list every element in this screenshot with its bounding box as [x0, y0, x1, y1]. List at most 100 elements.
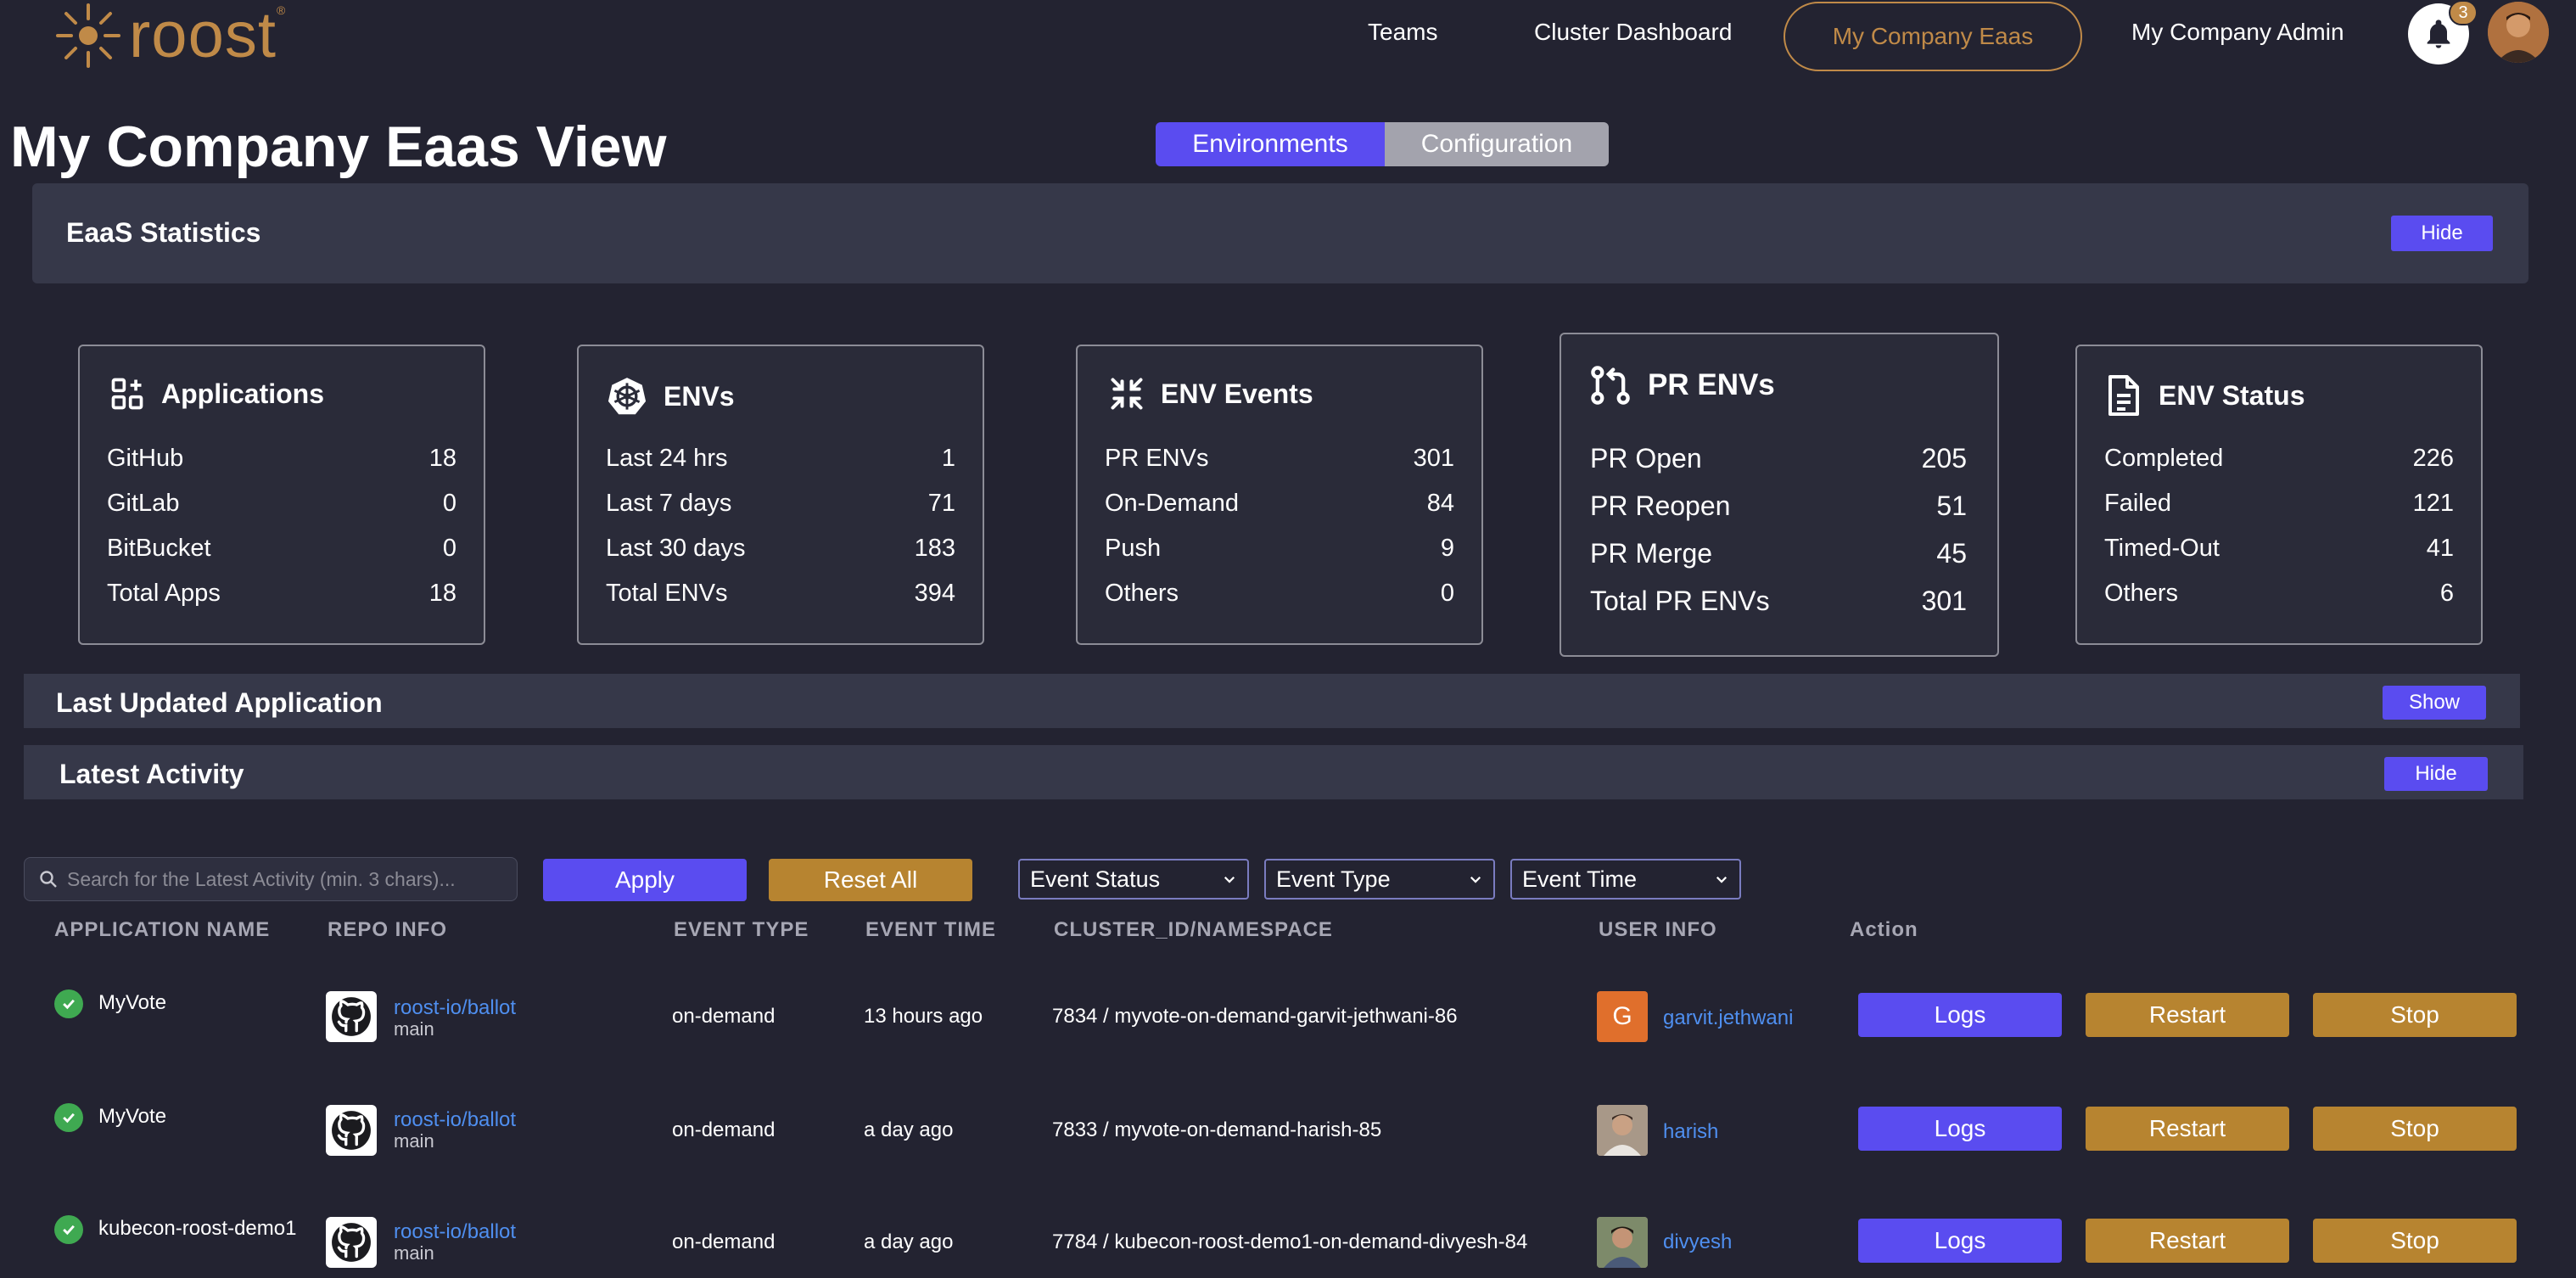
- table-row: MyVote roost-io/ballot main on-demand 13…: [0, 976, 2576, 1059]
- user-link[interactable]: harish: [1663, 1120, 1718, 1144]
- tab-environments[interactable]: Environments: [1156, 122, 1385, 166]
- stat-value: 394: [914, 580, 955, 607]
- nav-my-company-admin[interactable]: My Company Admin: [2131, 19, 2344, 46]
- event-type: on-demand: [672, 1118, 776, 1141]
- stat-value: 9: [1440, 535, 1454, 562]
- search-placeholder: Search for the Latest Activity (min. 3 c…: [67, 867, 456, 890]
- stat-value: 0: [1440, 580, 1454, 607]
- application-name: kubecon-roost-demo1: [98, 1217, 297, 1240]
- stat-label: Total ENVs: [606, 580, 728, 607]
- column-header-cluster-namespace: CLUSTER_ID/NAMESPACE: [1054, 918, 1333, 941]
- table-row: kubecon-roost-demo1 roost-io/ballot main…: [0, 1202, 2576, 1278]
- reset-all-button[interactable]: Reset All: [769, 859, 972, 901]
- eaas-statistics-hide-button[interactable]: Hide: [2391, 216, 2493, 251]
- cluster-namespace: 7834 / myvote-on-demand-garvit-jethwani-…: [1052, 1005, 1458, 1028]
- chevron-down-icon: [1716, 876, 1728, 883]
- stat-row: Completed 226: [2104, 445, 2454, 473]
- stop-button[interactable]: Stop: [2313, 993, 2517, 1037]
- column-header-user-info: USER INFO: [1599, 918, 1717, 941]
- stat-row: Failed 121: [2104, 490, 2454, 518]
- event-time: a day ago: [864, 1118, 954, 1141]
- stat-row: PR Open 205: [1590, 443, 1967, 474]
- stat-label: PR Merge: [1590, 538, 1713, 569]
- logs-button[interactable]: Logs: [1858, 993, 2062, 1037]
- logs-button[interactable]: Logs: [1858, 1219, 2062, 1263]
- nav-my-company-eaas[interactable]: My Company Eaas: [1784, 2, 2082, 71]
- event-time: 13 hours ago: [864, 1005, 983, 1028]
- nav-cluster-dashboard[interactable]: Cluster Dashboard: [1534, 19, 1732, 46]
- search-icon: [40, 871, 57, 888]
- last-updated-show-button[interactable]: Show: [2383, 686, 2486, 720]
- brand-name: roost: [129, 0, 277, 71]
- stat-row: GitLab 0: [107, 490, 456, 518]
- event-status-select[interactable]: Event Status: [1018, 859, 1249, 900]
- event-type-select-value: Event Type: [1276, 866, 1391, 892]
- stat-row: Last 7 days 71: [606, 490, 955, 518]
- column-header-application-name: APPLICATION NAME: [54, 918, 271, 941]
- cluster-namespace: 7784 / kubecon-roost-demo1-on-demand-div…: [1052, 1230, 1528, 1253]
- restart-button[interactable]: Restart: [2086, 993, 2289, 1037]
- stat-value: 301: [1413, 445, 1454, 472]
- pr-envs-card-rows: PR Open 205 PR Reopen 51 PR Merge 45 Total …: [1590, 443, 1967, 617]
- env-events-card-title: ENV Events: [1161, 378, 1313, 409]
- repo-link[interactable]: roost-io/ballot: [394, 996, 516, 1020]
- stat-label: On-Demand: [1105, 490, 1239, 517]
- stat-label: PR ENVs: [1105, 445, 1209, 472]
- user-avatar[interactable]: [2488, 2, 2549, 63]
- bell-icon: [2427, 20, 2450, 48]
- nav-my-company-eaas-label: My Company Eaas: [1832, 23, 2034, 49]
- github-icon: [326, 1217, 377, 1268]
- activity-search-input[interactable]: Search for the Latest Activity (min. 3 c…: [24, 857, 518, 901]
- env-status-card-header: ENV Status: [2104, 373, 2304, 418]
- kubernetes-icon: [608, 378, 647, 415]
- cluster-namespace: 7833 / myvote-on-demand-harish-85: [1052, 1118, 1382, 1141]
- eaas-statistics-bar: [32, 183, 2528, 283]
- stat-label: Others: [2104, 580, 2179, 607]
- stat-row: PR ENVs 301: [1105, 445, 1454, 473]
- logs-button[interactable]: Logs: [1858, 1107, 2062, 1151]
- stat-row: On-Demand 84: [1105, 490, 1454, 518]
- stop-button[interactable]: Stop: [2313, 1219, 2517, 1263]
- user-link[interactable]: divyesh: [1663, 1230, 1732, 1254]
- stat-label: Last 24 hrs: [606, 445, 728, 472]
- stat-label: Completed: [2104, 445, 2224, 472]
- page-title: My Company Eaas View: [10, 115, 667, 179]
- latest-activity-hide-button[interactable]: Hide: [2384, 757, 2488, 791]
- stat-label: Last 7 days: [606, 490, 732, 517]
- stat-value: 51: [1936, 490, 1967, 521]
- event-time: a day ago: [864, 1230, 954, 1253]
- user-photo-avatar: [1597, 1217, 1648, 1268]
- stat-row: BitBucket 0: [107, 535, 456, 563]
- stat-value: 84: [1426, 490, 1454, 517]
- branch-name: main: [394, 1018, 434, 1040]
- stat-label: Failed: [2104, 490, 2171, 517]
- stat-value: 1: [941, 445, 955, 472]
- stat-label: PR Open: [1590, 443, 1702, 474]
- apply-button[interactable]: Apply: [543, 859, 747, 901]
- stat-row: PR Merge 45: [1590, 538, 1967, 569]
- success-check-icon: [54, 1103, 83, 1132]
- tab-configuration[interactable]: Configuration: [1385, 122, 1609, 166]
- column-header-repo-info: REPO INFO: [328, 918, 448, 941]
- event-time-select[interactable]: Event Time: [1510, 859, 1741, 900]
- restart-button[interactable]: Restart: [2086, 1107, 2289, 1151]
- column-header-action: Action: [1850, 918, 1918, 941]
- roost-logo[interactable]: roost ®: [53, 0, 285, 71]
- repo-link[interactable]: roost-io/ballot: [394, 1108, 516, 1132]
- stat-row: Total ENVs 394: [606, 580, 955, 608]
- stat-label: Push: [1105, 535, 1162, 562]
- latest-activity-bar: [24, 745, 2523, 799]
- stat-label: GitHub: [107, 445, 184, 472]
- user-link[interactable]: garvit.jethwani: [1663, 1006, 1793, 1030]
- stat-label: Total Apps: [107, 580, 221, 607]
- repo-link[interactable]: roost-io/ballot: [394, 1220, 516, 1244]
- env-events-card-rows: PR ENVs 301 On-Demand 84 Push 9 Others 0: [1105, 445, 1454, 608]
- nav-teams[interactable]: Teams: [1368, 19, 1437, 46]
- restart-button[interactable]: Restart: [2086, 1219, 2289, 1263]
- event-type-select[interactable]: Event Type: [1264, 859, 1495, 900]
- applications-card-header: Applications: [109, 375, 324, 412]
- stop-button[interactable]: Stop: [2313, 1107, 2517, 1151]
- user-initial: G: [1612, 1002, 1632, 1030]
- stat-row: PR Reopen 51: [1590, 490, 1967, 522]
- stat-row: Last 30 days 183: [606, 535, 955, 563]
